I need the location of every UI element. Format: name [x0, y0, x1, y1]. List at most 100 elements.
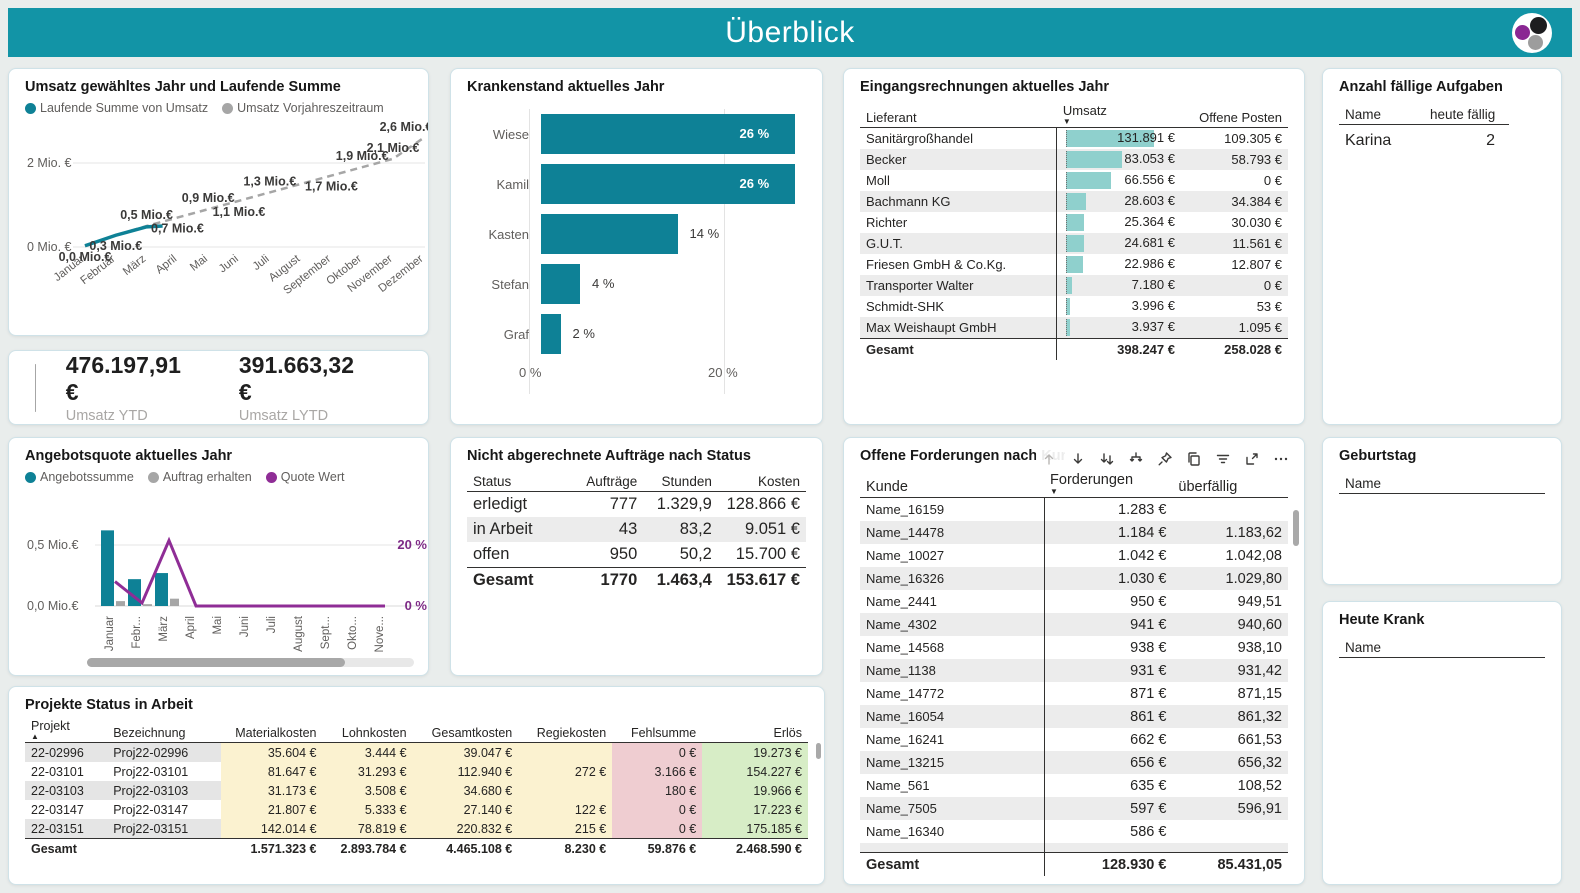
col-header[interactable]: heute fällig [1424, 105, 1509, 125]
table-row[interactable]: Sanitärgroßhandel131.891 €109.305 € [860, 128, 1288, 150]
col-header-sorted[interactable]: Umsatz▼ [1057, 101, 1181, 128]
legend-item[interactable]: Angebotssumme [25, 470, 134, 484]
col-header[interactable]: Bezeichnung [107, 717, 221, 743]
legend-item[interactable]: Umsatz Vorjahreszeitraum [222, 101, 384, 115]
table-row[interactable]: Name_2441950 €949,51 [860, 590, 1288, 613]
focus-mode-icon[interactable] [1241, 448, 1263, 470]
y-tick: 2 Mio. € [27, 156, 72, 170]
table-row[interactable]: Name_7505597 €596,91 [860, 797, 1288, 820]
col-header[interactable]: Name [1339, 638, 1545, 658]
col-header[interactable]: Lieferant [860, 101, 1057, 128]
pin-icon[interactable] [1154, 448, 1176, 470]
forderungen-title: Offene Forderungen nach Kunde [860, 448, 1065, 464]
table-row[interactable]: 22-03151Proj22-03151142.014 €78.819 €220… [25, 819, 808, 839]
bar[interactable] [541, 314, 561, 354]
col-header[interactable]: Aufträge [569, 472, 644, 492]
table-row[interactable]: Karina2 [1339, 125, 1509, 153]
kpi-label: Umsatz YTD [66, 408, 181, 424]
table-row[interactable]: Name_16054861 €861,32 [860, 705, 1288, 728]
legend-item[interactable]: Laufende Summe von Umsatz [25, 101, 208, 115]
table-row[interactable]: in Arbeit4383,29.051 € [467, 517, 806, 542]
table-row[interactable]: Name_161591.283 € [860, 498, 1288, 522]
bar[interactable] [541, 264, 580, 304]
col-header[interactable]: überfällig [1172, 470, 1288, 498]
table-row[interactable]: erledigt7771.329,9128.866 € [467, 492, 806, 518]
x-tick: Sept... [320, 616, 332, 649]
x-tick: März [121, 253, 149, 278]
drill-down-icon[interactable] [1067, 448, 1089, 470]
forderungen-vscrollbar[interactable] [1293, 510, 1299, 546]
kpi-umsatz-ytd: 476.197,91 € Umsatz YTD [66, 352, 181, 424]
col-header[interactable]: Regiekosten [518, 717, 612, 743]
filter-icon[interactable] [1212, 448, 1234, 470]
legend-item[interactable]: Quote Wert [266, 470, 345, 484]
x-tick: Nove... [374, 616, 386, 652]
col-header[interactable]: Name [1339, 105, 1424, 125]
x-tick: Juli [266, 616, 278, 633]
col-header[interactable]: Name [1339, 474, 1545, 494]
col-header[interactable]: Stunden [643, 472, 718, 492]
col-header[interactable]: Offene Posten [1181, 101, 1288, 128]
table-row[interactable]: 22-03147Proj22-0314721.807 €5.333 €27.14… [25, 800, 808, 819]
table-row[interactable]: Name_561635 €108,52 [860, 774, 1288, 797]
table-row[interactable]: Max Weishaupt GmbH3.937 €1.095 € [860, 317, 1288, 339]
legend-item[interactable]: Auftrag erhalten [148, 470, 252, 484]
table-row[interactable]: Becker83.053 €58.793 € [860, 149, 1288, 170]
expand-next-level-icon[interactable] [1096, 448, 1118, 470]
table-row[interactable]: Name_163261.030 €1.029,80 [860, 567, 1288, 590]
bar-value-label: 4 % [592, 264, 614, 304]
table-row[interactable]: Name_4302941 €940,60 [860, 613, 1288, 636]
table-row[interactable]: 22-03103Proj22-0310331.173 €3.508 €34.68… [25, 781, 808, 800]
angebotsquote-hscrollbar[interactable] [87, 658, 414, 667]
table-row[interactable]: Name_144781.184 €1.183,62 [860, 521, 1288, 544]
table-row[interactable]: Moll66.556 €0 € [860, 170, 1288, 191]
col-header[interactable]: Materialkosten [221, 717, 323, 743]
table-row[interactable]: Name_14772871 €871,15 [860, 682, 1288, 705]
legend-dot-icon [25, 103, 36, 114]
col-header[interactable]: Status [467, 472, 569, 492]
table-row[interactable]: 22-02996Proj22-0299635.604 €3.444 €39.04… [25, 743, 808, 763]
bar[interactable] [541, 214, 678, 254]
table-row[interactable]: Name_1138931 €931,42 [860, 659, 1288, 682]
copy-icon[interactable] [1183, 448, 1205, 470]
table-row[interactable]: Name_16340586 € [860, 820, 1288, 843]
table-row[interactable]: Name_16241662 €661,53 [860, 728, 1288, 751]
angebotsquote-chart: 0,5 Mio.€0,0 Mio.€20 %0 %JanuarFebr...Mä… [25, 486, 429, 671]
x-tick: April [154, 253, 180, 277]
table-row[interactable]: Transporter Walter7.180 €0 € [860, 275, 1288, 296]
col-header[interactable]: Gesamtkosten [413, 717, 519, 743]
table-row[interactable]: Friesen GmbH & Co.Kg.22.986 €12.807 € [860, 254, 1288, 275]
col-header[interactable]: Kosten [718, 472, 806, 492]
bar-angebotssumme[interactable] [101, 530, 114, 606]
table-row[interactable]: 22-03101Proj22-0310181.647 €31.293 €112.… [25, 762, 808, 781]
table-row[interactable]: G.U.T.24.681 €11.561 € [860, 233, 1288, 254]
expand-all-icon[interactable] [1125, 448, 1147, 470]
drill-up-icon[interactable] [1038, 448, 1060, 470]
legend-label: Umsatz Vorjahreszeitraum [237, 101, 384, 115]
bar-value-label: 2 % [573, 314, 595, 354]
projekte-vscrollbar[interactable] [816, 743, 821, 759]
col-header[interactable]: Fehlsumme [612, 717, 702, 743]
table-row[interactable]: Name_13215656 €656,32 [860, 751, 1288, 774]
col-header[interactable]: Erlös [702, 717, 808, 743]
category-label: Kasten [467, 227, 541, 242]
col-header[interactable]: Lohnkosten [323, 717, 413, 743]
app-logo-icon[interactable] [1512, 13, 1552, 53]
col-header-sorted[interactable]: Projekt▲ [25, 717, 107, 743]
card-faellige-aufgaben: Anzahl fällige Aufgaben Nameheute fällig… [1322, 68, 1562, 425]
kpi-umsatz-lytd: 391.663,32 € Umsatz LYTD [239, 352, 354, 424]
bar-auftrag-erhalten[interactable] [170, 599, 179, 606]
hscrollbar-thumb[interactable] [87, 658, 345, 667]
table-row[interactable]: offen95050,215.700 € [467, 542, 806, 568]
col-header-sorted[interactable]: Forderungen▼ [1044, 470, 1172, 498]
table-row[interactable]: Richter25.364 €30.030 € [860, 212, 1288, 233]
table-row[interactable]: Name_14568938 €938,10 [860, 636, 1288, 659]
table-row[interactable]: Schmidt-SHK3.996 €53 € [860, 296, 1288, 317]
table-row[interactable]: Bachmann KG28.603 €34.384 € [860, 191, 1288, 212]
bar-auftrag-erhalten[interactable] [116, 601, 125, 606]
more-options-icon[interactable] [1270, 448, 1292, 470]
bar-angebotssumme[interactable] [155, 573, 168, 606]
table-row[interactable]: Name_100271.042 €1.042,08 [860, 544, 1288, 567]
bar-auftrag-erhalten[interactable] [143, 604, 152, 606]
col-header[interactable]: Kunde [860, 470, 1044, 498]
